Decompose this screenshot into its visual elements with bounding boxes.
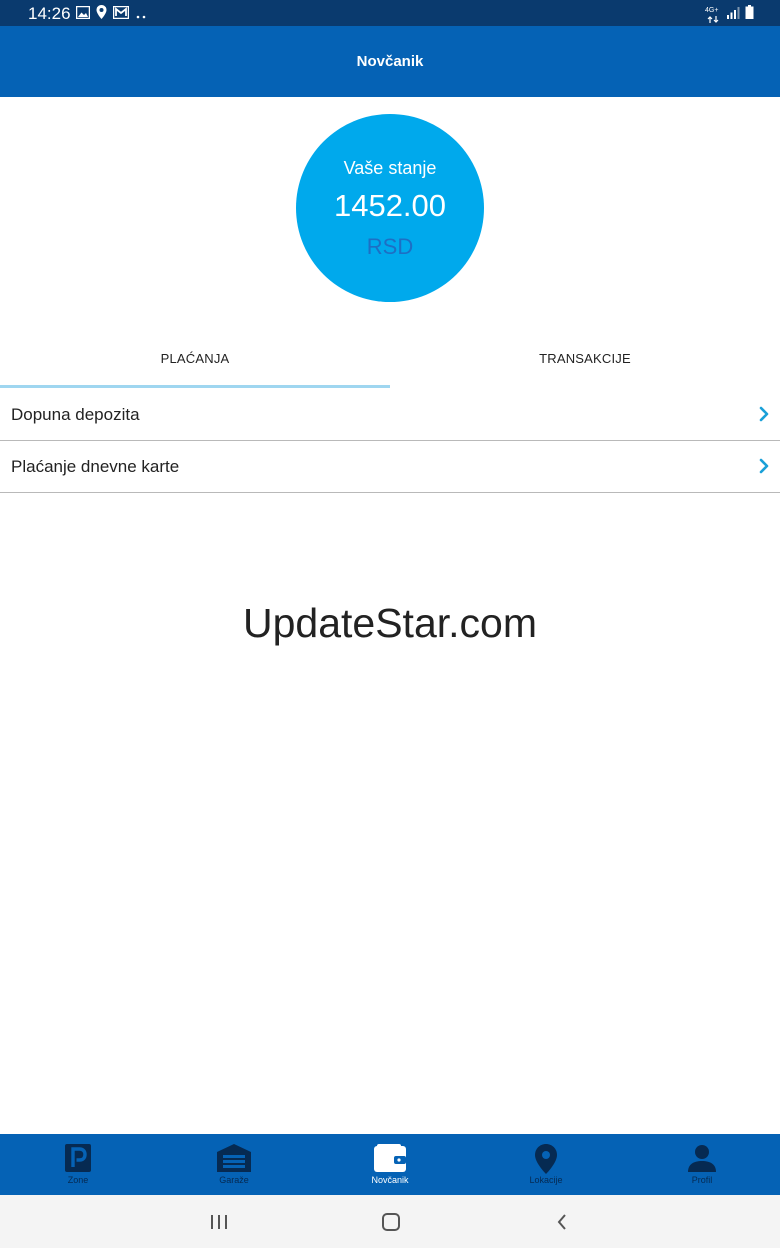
tab-transactions[interactable]: TRANSAKCIJE xyxy=(390,330,780,386)
app-header: Novčanik xyxy=(0,26,780,97)
network-4g-icon: 4G+ xyxy=(705,7,721,23)
chevron-right-icon xyxy=(758,457,770,475)
wallet-icon xyxy=(374,1144,406,1177)
image-icon xyxy=(75,5,91,24)
nav-item-locations[interactable]: Lokacije xyxy=(468,1134,624,1195)
parking-icon xyxy=(65,1144,91,1177)
status-bar: 14:26 4G+ xyxy=(0,0,780,26)
watermark: UpdateStar.com xyxy=(243,600,537,646)
nav-label-profile: Profil xyxy=(691,1175,713,1185)
bottom-nav: Zone Garaže Novčanik Lokacije Profil xyxy=(0,1134,780,1195)
location-pin-icon xyxy=(535,1144,557,1179)
back-icon[interactable] xyxy=(532,1195,592,1248)
tab-payments[interactable]: PLAĆANJA xyxy=(0,330,390,386)
balance-currency: RSD xyxy=(366,234,414,259)
list-item-label: Plaćanje dnevne karte xyxy=(11,457,180,476)
nav-item-profile[interactable]: Profil xyxy=(624,1134,780,1195)
tab-transactions-label: TRANSAKCIJE xyxy=(539,350,631,366)
balance-amount: 1452.00 xyxy=(333,188,447,223)
nav-label-garages: Garaže xyxy=(219,1175,249,1185)
list-item-label: Dopuna depozita xyxy=(11,405,140,424)
balance-circle: Vaše stanje 1452.00 RSD xyxy=(296,114,484,302)
network-label: 4G+ xyxy=(705,6,719,14)
recent-apps-icon[interactable] xyxy=(189,1195,249,1248)
nav-label-locations: Lokacije xyxy=(529,1175,563,1185)
nav-item-wallet[interactable]: Novčanik xyxy=(312,1134,468,1195)
battery-icon xyxy=(745,5,754,24)
mail-icon xyxy=(112,5,130,24)
garage-icon xyxy=(217,1144,251,1177)
user-icon xyxy=(688,1144,716,1177)
system-nav-bar xyxy=(0,1195,780,1248)
list-item-top-up-deposit[interactable]: Dopuna depozita xyxy=(0,390,780,441)
signal-icon xyxy=(726,6,740,24)
location-icon xyxy=(96,5,107,24)
nav-label-wallet: Novčanik xyxy=(371,1175,409,1185)
status-time: 14:26 xyxy=(28,4,71,23)
status-right-icons: 4G+ xyxy=(705,5,754,24)
nav-label-zones: Zone xyxy=(67,1175,89,1185)
chevron-right-icon xyxy=(758,405,770,423)
list-item-daily-ticket-payment[interactable]: Plaćanje dnevne karte xyxy=(0,442,780,493)
tab-payments-label: PLAĆANJA xyxy=(160,350,230,366)
active-tab-indicator xyxy=(0,385,390,388)
status-left-icons xyxy=(75,5,147,24)
more-dots-icon xyxy=(135,6,147,24)
balance-label: Vaše stanje xyxy=(343,158,437,178)
page-title: Novčanik xyxy=(356,53,424,70)
nav-item-zones[interactable]: Zone xyxy=(0,1134,156,1195)
home-icon[interactable] xyxy=(361,1195,421,1248)
nav-item-garages[interactable]: Garaže xyxy=(156,1134,312,1195)
